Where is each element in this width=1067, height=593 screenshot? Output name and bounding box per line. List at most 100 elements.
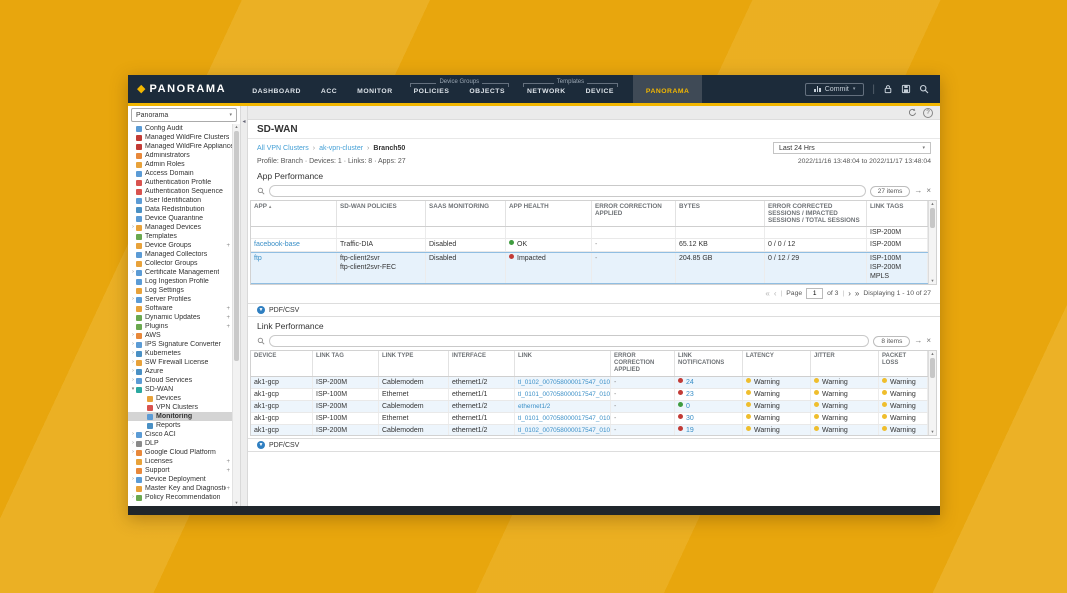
sidebar-item-administrators[interactable]: Administrators [128,151,232,160]
sidebar-item-device-groups[interactable]: Device Groups+ [128,241,232,250]
search-icon[interactable] [919,84,929,94]
sidebar-item-kubernetes[interactable]: ›Kubernetes [128,349,232,358]
cell-link-notifications[interactable]: 0 [675,401,743,412]
sidebar-item-monitoring[interactable]: Monitoring [128,412,232,421]
column-header-link-type[interactable]: LINK TYPE [379,351,449,376]
cell-link[interactable]: tl_0101_007058000017547_0102 [515,413,611,424]
app-table-scrollbar[interactable]: ▲ ▼ [928,201,936,284]
sidebar-item-device-quarantine[interactable]: Device Quarantine [128,214,232,223]
sidebar-item-authentication-sequence[interactable]: Authentication Sequence [128,187,232,196]
scroll-up-icon[interactable]: ▲ [931,351,935,357]
context-selector[interactable]: Panorama ▾ [131,108,237,122]
sidebar-item-certificate-management[interactable]: ›Certificate Management [128,268,232,277]
clear-filter-icon[interactable]: × [926,337,931,345]
column-header-link-tags[interactable]: LINK TAGS [867,201,928,226]
scrollbar-thumb[interactable] [930,208,935,228]
tab-acc[interactable]: ACC [311,88,347,103]
sidebar-item-data-redistribution[interactable]: Data Redistribution [128,205,232,214]
cell-link[interactable]: tl_0102_007058000017547_0101 [515,425,611,435]
column-header-error-correction-applied[interactable]: ERROR CORRECTION APPLIED [611,351,675,376]
sidebar-item-google-cloud-platform[interactable]: ›Google Cloud Platform [128,448,232,457]
sidebar-item-user-identification[interactable]: User Identification [128,196,232,205]
config-lock-icon[interactable] [883,84,893,94]
page-number-input[interactable] [806,288,823,299]
column-header-saas-monitoring[interactable]: SAAS MONITORING [426,201,506,226]
column-header-app-health[interactable]: APP HEALTH [506,201,592,226]
scroll-down-icon[interactable]: ▼ [931,429,935,435]
next-page-icon[interactable]: › [848,290,851,298]
sidebar-item-plugins[interactable]: Plugins+ [128,322,232,331]
app-link[interactable]: ftp [254,255,262,262]
save-config-icon[interactable] [901,84,911,94]
cell-link-notifications[interactable]: 24 [675,377,743,388]
cell-link[interactable]: ethernet1/2 [515,401,611,412]
sidebar-item-access-domain[interactable]: Access Domain [128,169,232,178]
sidebar-item-devices[interactable]: Devices [128,394,232,403]
sidebar-item-authentication-profile[interactable]: Authentication Profile [128,178,232,187]
sidebar-item-server-profiles[interactable]: ›Server Profiles [128,295,232,304]
notification-count-link[interactable]: 30 [686,415,694,422]
link-id-link[interactable]: tl_0101_007058000017547_0102 [518,415,611,422]
sidebar-item-log-settings[interactable]: Log Settings [128,286,232,295]
tab-monitor[interactable]: MONITOR [347,88,402,103]
breadcrumb-item-all-vpn-clusters[interactable]: All VPN Clusters [257,145,309,152]
column-header-error-corrected-sessions-impacted-sessions-total-sessions[interactable]: ERROR CORRECTED SESSIONS / IMPACTED SESS… [765,201,867,226]
column-header-error-correction-applied[interactable]: ERROR CORRECTION APPLIED [592,201,676,226]
tab-dashboard[interactable]: DASHBOARD [242,88,311,103]
tab-objects[interactable]: OBJECTS [459,88,515,103]
last-page-icon[interactable]: » [855,290,859,298]
link-id-link[interactable]: tl_0102_007058000017547_0101 [518,427,611,434]
clear-filter-icon[interactable]: × [926,187,931,195]
column-header-app[interactable]: APP▴ [251,201,337,226]
sidebar-item-dlp[interactable]: ›DLP [128,439,232,448]
tab-device[interactable]: DEVICE [576,88,624,103]
sidebar-item-managed-wildfire-appliances[interactable]: Managed WildFire Appliances [128,142,232,151]
link-table-row[interactable]: ak1-gcpISP-200MCablemodemethernet1/2tl_0… [251,425,928,435]
scroll-up-icon[interactable]: ▲ [235,124,239,130]
first-page-icon[interactable]: « [765,290,769,298]
tab-network[interactable]: NETWORK [517,88,576,103]
breadcrumb-item-ak-vpn-cluster[interactable]: ak-vpn-cluster [319,145,363,152]
sidebar-item-dynamic-updates[interactable]: Dynamic Updates+ [128,313,232,322]
link-table-row[interactable]: ak1-gcpISP-100MEthernetethernet1/1tl_010… [251,389,928,401]
sidebar-item-master-key-and-diagnostics[interactable]: Master Key and Diagnostics+ [128,484,232,493]
sidebar-item-cloud-services[interactable]: ›Cloud Services [128,376,232,385]
column-header-link-notifications[interactable]: LINK NOTIFICATIONS [675,351,743,376]
link-table-row[interactable]: ak1-gcpISP-200MCablemodemethernet1/2tl_0… [251,377,928,389]
sidebar-item-admin-roles[interactable]: Admin Roles [128,160,232,169]
notification-count-link[interactable]: 24 [686,379,694,386]
cell-link-notifications[interactable]: 19 [675,425,743,435]
cell-app[interactable]: facebook-base [251,239,337,251]
link-table-row[interactable]: ak1-gcpISP-100MEthernetethernet1/1tl_010… [251,413,928,425]
cell-link[interactable]: tl_0101_007058000017547_0101 [515,389,611,400]
cell-app[interactable]: ftp [251,253,337,283]
scrollbar-thumb[interactable] [234,131,239,361]
scroll-down-icon[interactable]: ▼ [931,278,935,284]
sidebar-item-reports[interactable]: Reports [128,421,232,430]
column-header-interface[interactable]: INTERFACE [449,351,515,376]
sidebar-item-licenses[interactable]: Licenses+ [128,457,232,466]
apply-filter-icon[interactable]: → [914,187,922,195]
help-icon[interactable]: ? [923,108,933,118]
cell-link-notifications[interactable]: 30 [675,413,743,424]
link-table-scrollbar[interactable]: ▲ ▼ [928,351,936,435]
app-search-input[interactable] [269,185,866,197]
sidebar-collapse-strip[interactable]: ◂ [241,106,248,506]
app-table-row[interactable]: ISP-200M [251,227,928,239]
sidebar-item-sw-firewall-license[interactable]: ›SW Firewall License [128,358,232,367]
app-table-row[interactable]: ftpftp-client2svrftp-client2svr-FECDisab… [251,252,928,284]
sidebar-item-vpn-clusters[interactable]: VPN Clusters [128,403,232,412]
tab-policies[interactable]: POLICIES [404,88,460,103]
link-table-row[interactable]: ak1-gcpISP-200MCablemodemethernet1/2ethe… [251,401,928,413]
prev-page-icon[interactable]: ‹ [774,290,777,298]
app-link[interactable]: facebook-base [254,241,300,248]
cell-link[interactable]: tl_0102_007058000017547_0102 [515,377,611,388]
column-header-link[interactable]: LINK [515,351,611,376]
scrollbar-thumb[interactable] [930,358,935,378]
collapse-left-icon[interactable]: ◂ [242,119,245,125]
apply-filter-icon[interactable]: → [914,337,922,345]
commit-button[interactable]: Commit ▾ [805,83,864,96]
scroll-up-icon[interactable]: ▲ [931,201,935,207]
sidebar-item-sd-wan[interactable]: ▾SD-WAN [128,385,232,394]
tab-panorama[interactable]: PANORAMA [633,75,703,103]
